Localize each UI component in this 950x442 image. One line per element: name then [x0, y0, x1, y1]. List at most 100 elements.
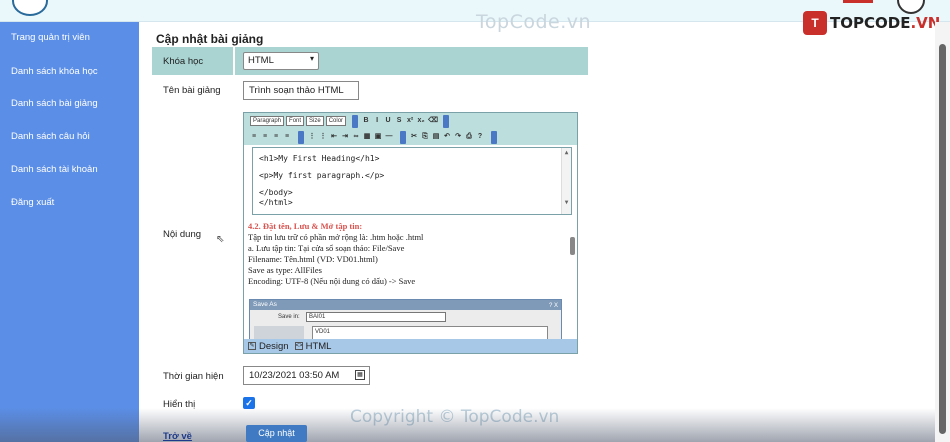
bold-icon[interactable]: B	[362, 117, 370, 125]
sidebar-item-accounts[interactable]: Danh sách tài khoản	[11, 164, 98, 175]
save-in-combo: BAI01	[306, 312, 446, 322]
strikethrough-icon[interactable]: S	[395, 117, 403, 125]
course-label: Khóa học	[163, 56, 204, 67]
toolbar-separator	[352, 114, 359, 128]
paragraph-format-select[interactable]: Paragraph	[250, 116, 285, 126]
show-label: Hiển thị	[163, 399, 196, 410]
brand-logo: T TOPCODE.VN	[803, 11, 940, 35]
brand-text-main: TOPCODE	[830, 14, 911, 32]
display-time-value: 10/23/2021 03:50 AM	[249, 370, 340, 381]
outdent-icon[interactable]: ⇤	[330, 133, 338, 141]
mouse-cursor-icon: ⇖	[216, 234, 225, 245]
dialog-places-bar	[254, 326, 304, 340]
course-select[interactable]: HTML ▾	[243, 52, 319, 70]
ordered-list-icon[interactable]: ⋮	[308, 133, 316, 141]
underline-icon[interactable]: U	[384, 117, 392, 125]
calendar-icon[interactable]: ▦	[355, 370, 365, 380]
superscript-icon[interactable]: x²	[406, 117, 414, 125]
undo-icon[interactable]: ↶	[443, 133, 451, 141]
site-logo[interactable]	[12, 0, 48, 16]
sidebar-item-questions[interactable]: Danh sách câu hỏi	[11, 131, 90, 142]
sidebar-item-admin-home[interactable]: Trang quản trị viên	[11, 32, 90, 43]
hr-icon[interactable]: —	[385, 133, 393, 141]
font-select[interactable]: Font	[286, 116, 305, 126]
time-label: Thời gian hiện	[163, 371, 224, 382]
code-line: <h1>My First Heading</h1>	[259, 154, 380, 163]
doc-line: a. Lưu tập tin: Tại cửa sổ soạn thảo: Fi…	[248, 243, 405, 253]
source-scrollbar[interactable]: ▲ ▼	[561, 148, 571, 214]
sidebar-item-logout[interactable]: Đăng xuất	[11, 197, 54, 208]
page-scrollbar[interactable]	[935, 22, 950, 442]
doc-line: Filename: Tên.html (VD: VD01.html)	[248, 254, 378, 264]
align-center-icon[interactable]: ≡	[261, 133, 269, 141]
doc-scrollbar[interactable]	[568, 227, 577, 337]
tab-design[interactable]: ✎ Design	[248, 341, 289, 352]
subscript-icon[interactable]: x₂	[417, 117, 425, 125]
brand-text: TOPCODE.VN	[830, 14, 940, 32]
doc-line: Save as type: AllFiles	[248, 265, 322, 275]
save-in-label: Save in:	[278, 314, 300, 320]
chevron-down-icon: ▾	[309, 54, 314, 63]
watermark-top: TopCode.vn	[476, 11, 592, 33]
help-icon[interactable]: ?	[476, 133, 484, 141]
toolbar-separator	[400, 130, 406, 144]
course-select-value: HTML	[248, 55, 274, 66]
course-row-divider	[233, 47, 235, 75]
save-as-dialog-screenshot: Save As ? X Save in: BAI01 VD01	[249, 299, 562, 341]
align-right-icon[interactable]: ≡	[272, 133, 280, 141]
copy-icon[interactable]: ⎘	[421, 133, 429, 141]
lesson-name-label: Tên bài giảng	[163, 85, 221, 96]
page-scrollbar-thumb[interactable]	[939, 44, 946, 434]
italic-icon[interactable]: I	[373, 117, 381, 125]
dialog-title: Save As ? X	[250, 300, 561, 310]
sidebar-item-lessons[interactable]: Danh sách bài giảng	[11, 98, 98, 109]
code-line: <p>My first paragraph.</p>	[259, 171, 385, 180]
link-icon[interactable]: ∞	[352, 133, 360, 141]
sidebar-item-courses[interactable]: Danh sách khóa học	[11, 66, 98, 77]
editor-toolbar-bottom: ≡ ≡ ≡ ≡ ⋮ ⋮ ⇤ ⇥ ∞ ▦ ▣ — ✂ ⎘ ▤ ↶ ↷ ⎙ ?	[244, 129, 577, 145]
redo-icon[interactable]: ↷	[454, 133, 462, 141]
tab-html-label: HTML	[305, 340, 332, 352]
eraser-icon[interactable]: ⌫	[428, 117, 438, 125]
doc-scrollbar-thumb[interactable]	[570, 237, 575, 255]
editor-mode-bar: ✎ Design <> HTML	[244, 339, 577, 353]
dialog-file-item: VD01	[312, 326, 548, 340]
align-left-icon[interactable]: ≡	[250, 133, 258, 141]
course-row-band	[152, 47, 588, 75]
image-icon[interactable]: ▣	[374, 133, 382, 141]
watermark-bottom: Copyright © TopCode.vn	[350, 407, 560, 427]
tab-design-label: Design	[259, 340, 289, 352]
lesson-name-input[interactable]: Trình soạn thảo HTML	[243, 81, 359, 100]
doc-heading: 4.2. Đặt tên, Lưu & Mở tập tin:	[248, 221, 363, 231]
dialog-body: Save in: BAI01 VD01	[250, 310, 561, 340]
content-label: Nội dung	[163, 229, 202, 240]
header-accent	[843, 0, 873, 3]
html-icon: <>	[294, 342, 303, 350]
code-line: </body>	[259, 188, 293, 197]
color-select[interactable]: Color	[325, 116, 347, 126]
doc-line: Tập tin lưu trữ có phần mở rộng là: .htm…	[248, 232, 424, 242]
toolbar-separator	[298, 130, 304, 144]
doc-line: Encoding: UTF-8 (Nếu nội dung có dấu) ->…	[248, 276, 416, 286]
cut-icon[interactable]: ✂	[410, 133, 418, 141]
code-line: </html>	[259, 198, 293, 207]
size-select[interactable]: Size	[306, 116, 324, 126]
align-justify-icon[interactable]: ≡	[283, 133, 291, 141]
toolbar-separator	[443, 114, 450, 128]
toolbar-separator	[491, 130, 497, 144]
update-button[interactable]: Cập nhật	[246, 425, 307, 442]
back-link[interactable]: Trở về	[163, 431, 192, 442]
paste-icon[interactable]: ▤	[432, 133, 440, 141]
page-title: Cập nhật bài giảng	[156, 32, 264, 46]
unordered-list-icon[interactable]: ⋮	[319, 133, 327, 141]
show-checkbox[interactable]: ✓	[243, 397, 255, 409]
display-time-input[interactable]: 10/23/2021 03:50 AM ▦	[243, 366, 370, 385]
table-icon[interactable]: ▦	[363, 133, 371, 141]
tab-html[interactable]: <> HTML	[294, 340, 332, 352]
rich-text-editor[interactable]: Paragraph Font Size Color B I U S x² x₂ …	[243, 112, 578, 354]
indent-icon[interactable]: ⇥	[341, 133, 349, 141]
brand-badge-icon: T	[803, 11, 827, 35]
print-icon[interactable]: ⎙	[465, 133, 473, 141]
html-source-area[interactable]: <h1>My First Heading</h1> <p>My first pa…	[252, 147, 572, 215]
